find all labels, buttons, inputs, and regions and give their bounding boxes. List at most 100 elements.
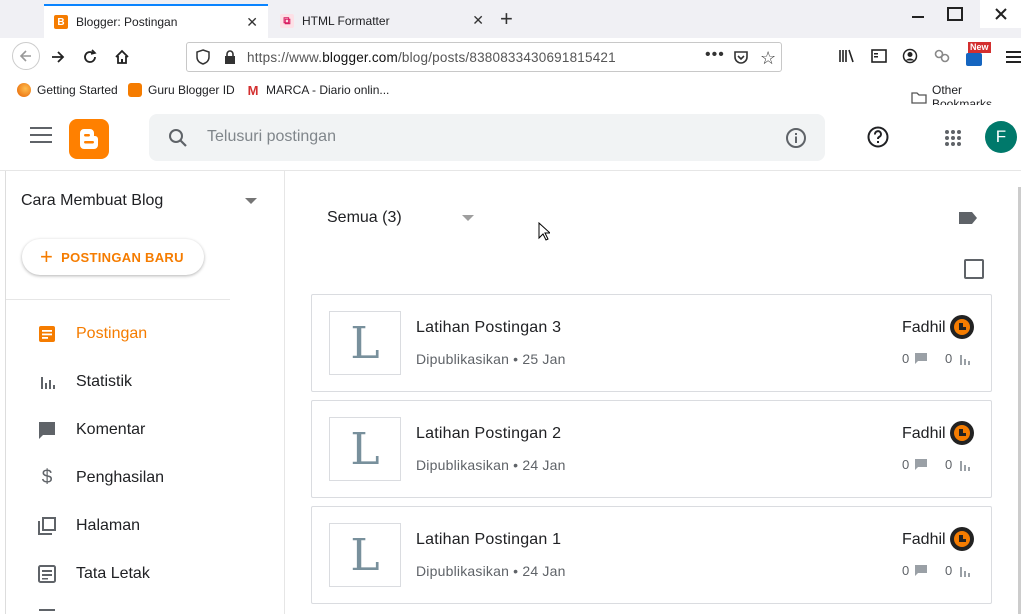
tracking-protection-icon[interactable] <box>195 49 211 68</box>
chevron-down-icon[interactable] <box>245 198 257 204</box>
bookmark-guru-blogger[interactable]: Guru Blogger ID <box>128 83 235 97</box>
sidebar-item-label: Penghasilan <box>76 469 165 486</box>
bookmark-label: Guru Blogger ID <box>148 83 235 97</box>
author-avatar-icon <box>950 421 974 445</box>
sidebar-toggle-icon[interactable] <box>870 48 888 69</box>
url-bar[interactable]: https://www.blogger.com/blog/posts/83808… <box>186 42 782 72</box>
extension-new-icon[interactable]: New <box>964 42 992 68</box>
comment-count-value: 0 <box>902 457 910 472</box>
pocket-icon[interactable] <box>733 49 749 68</box>
chevron-down-icon[interactable] <box>462 215 474 221</box>
sidebar-item-label: Halaman <box>76 517 141 534</box>
search-box[interactable] <box>149 114 825 161</box>
posts-icon <box>36 323 58 345</box>
account-icon[interactable] <box>902 48 918 69</box>
author-avatar-icon <box>950 527 974 551</box>
new-post-button[interactable]: + POSTINGAN BARU <box>22 239 204 275</box>
comment-icon <box>36 419 58 441</box>
tab-html-formatter[interactable]: ⧉ HTML Formatter ✕ <box>270 4 494 38</box>
post-row[interactable]: L Latihan Postingan 3 Dipublikasikan • 2… <box>311 294 992 392</box>
bookmark-label: MARCA - Diario onlin... <box>266 83 390 97</box>
post-author: Fadhil <box>902 531 946 548</box>
bookmarks-bar: Getting Started Guru Blogger ID M MARCA … <box>0 78 1021 111</box>
comment-icon <box>915 459 928 470</box>
blog-selector[interactable]: Cara Membuat Blog <box>21 192 163 210</box>
post-meta: Dipublikasikan • 25 Jan <box>416 351 566 367</box>
avatar[interactable]: F <box>985 121 1017 153</box>
bookmark-getting-started[interactable]: Getting Started <box>17 83 118 97</box>
sidebar-item-statistik[interactable]: Statistik <box>36 371 132 393</box>
library-icon[interactable] <box>838 48 856 69</box>
url-text: https://www.blogger.com/blog/posts/83808… <box>247 50 616 65</box>
home-icon[interactable] <box>108 44 136 70</box>
pages-icon <box>36 515 58 537</box>
post-status: Dipublikasikan <box>416 563 510 579</box>
hamburger-menu-icon[interactable] <box>30 127 52 143</box>
sidebar-item-tata-letak[interactable]: Tata Letak <box>36 563 150 585</box>
post-title[interactable]: Latihan Postingan 3 <box>416 319 561 337</box>
comment-count: 0 <box>902 351 928 366</box>
post-meta: Dipublikasikan • 24 Jan <box>416 563 566 579</box>
post-date: 24 Jan <box>522 563 566 579</box>
sidebar-item-postingan[interactable]: Postingan <box>36 323 147 345</box>
divider <box>6 299 230 300</box>
post-status: Dipublikasikan <box>416 351 510 367</box>
extension-icon[interactable] <box>934 48 950 69</box>
bookmark-star-icon[interactable]: ☆ <box>760 48 776 69</box>
close-window-icon[interactable] <box>980 0 1021 28</box>
select-all-checkbox[interactable] <box>964 259 984 279</box>
plus-icon: + <box>40 244 54 269</box>
author-avatar-icon <box>950 315 974 339</box>
html-formatter-favicon-icon: ⧉ <box>280 14 294 28</box>
sidebar-item-label: Postingan <box>76 325 148 342</box>
post-row[interactable]: L Latihan Postingan 2 Dipublikasikan • 2… <box>311 400 992 498</box>
post-thumbnail: L <box>329 417 401 481</box>
close-tab-icon[interactable]: ✕ <box>246 14 258 31</box>
reload-icon[interactable] <box>76 44 104 70</box>
forward-icon[interactable] <box>44 44 72 70</box>
label-icon[interactable] <box>957 209 979 232</box>
sidebar-item-halaman[interactable]: Halaman <box>36 515 140 537</box>
post-author: Fadhil <box>902 319 946 336</box>
post-thumbnail: L <box>329 523 401 587</box>
lock-icon[interactable] <box>223 49 237 68</box>
back-icon[interactable] <box>12 42 40 70</box>
sidebar-item-label: Statistik <box>76 373 133 390</box>
bookmark-marca[interactable]: M MARCA - Diario onlin... <box>246 83 390 98</box>
sidebar: Cara Membuat Blog + POSTINGAN BARU Posti… <box>5 171 285 614</box>
post-title[interactable]: Latihan Postingan 2 <box>416 425 561 443</box>
apps-grid-icon[interactable] <box>944 129 962 152</box>
post-status: Dipublikasikan <box>416 457 510 473</box>
info-icon[interactable] <box>785 127 807 154</box>
dollar-icon: $ <box>41 467 53 488</box>
search-icon[interactable] <box>167 127 189 154</box>
post-date: 24 Jan <box>522 457 566 473</box>
new-tab-icon[interactable]: + <box>500 6 513 32</box>
view-count: 0 <box>945 457 971 472</box>
stats-icon <box>960 460 971 471</box>
view-count-value: 0 <box>945 457 953 472</box>
sidebar-next-item-icon[interactable] <box>39 609 55 614</box>
view-count: 0 <box>945 351 971 366</box>
filter-dropdown[interactable]: Semua (3) <box>327 209 402 227</box>
post-title[interactable]: Latihan Postingan 1 <box>416 531 561 549</box>
post-date: 25 Jan <box>522 351 566 367</box>
blogger-logo-icon[interactable] <box>69 119 109 159</box>
layout-icon <box>36 563 58 585</box>
blogger-bookmark-icon <box>128 83 142 97</box>
comment-count: 0 <box>902 457 928 472</box>
search-input[interactable] <box>207 126 767 148</box>
post-author: Fadhil <box>902 425 946 442</box>
tab-blogger-postingan[interactable]: B Blogger: Postingan ✕ <box>44 4 268 38</box>
page-actions-icon[interactable]: ••• <box>705 46 725 64</box>
maximize-window-icon[interactable] <box>933 0 977 28</box>
help-icon[interactable] <box>866 125 890 154</box>
menu-icon[interactable] <box>1006 50 1021 69</box>
sidebar-item-komentar[interactable]: Komentar <box>36 419 145 441</box>
post-row[interactable]: L Latihan Postingan 1 Dipublikasikan • 2… <box>311 506 992 604</box>
stats-icon <box>36 371 58 393</box>
sidebar-item-penghasilan[interactable]: $ Penghasilan <box>36 467 164 489</box>
close-tab-icon[interactable]: ✕ <box>472 12 484 29</box>
folder-icon <box>911 91 927 104</box>
bookmark-label: Getting Started <box>37 83 118 97</box>
